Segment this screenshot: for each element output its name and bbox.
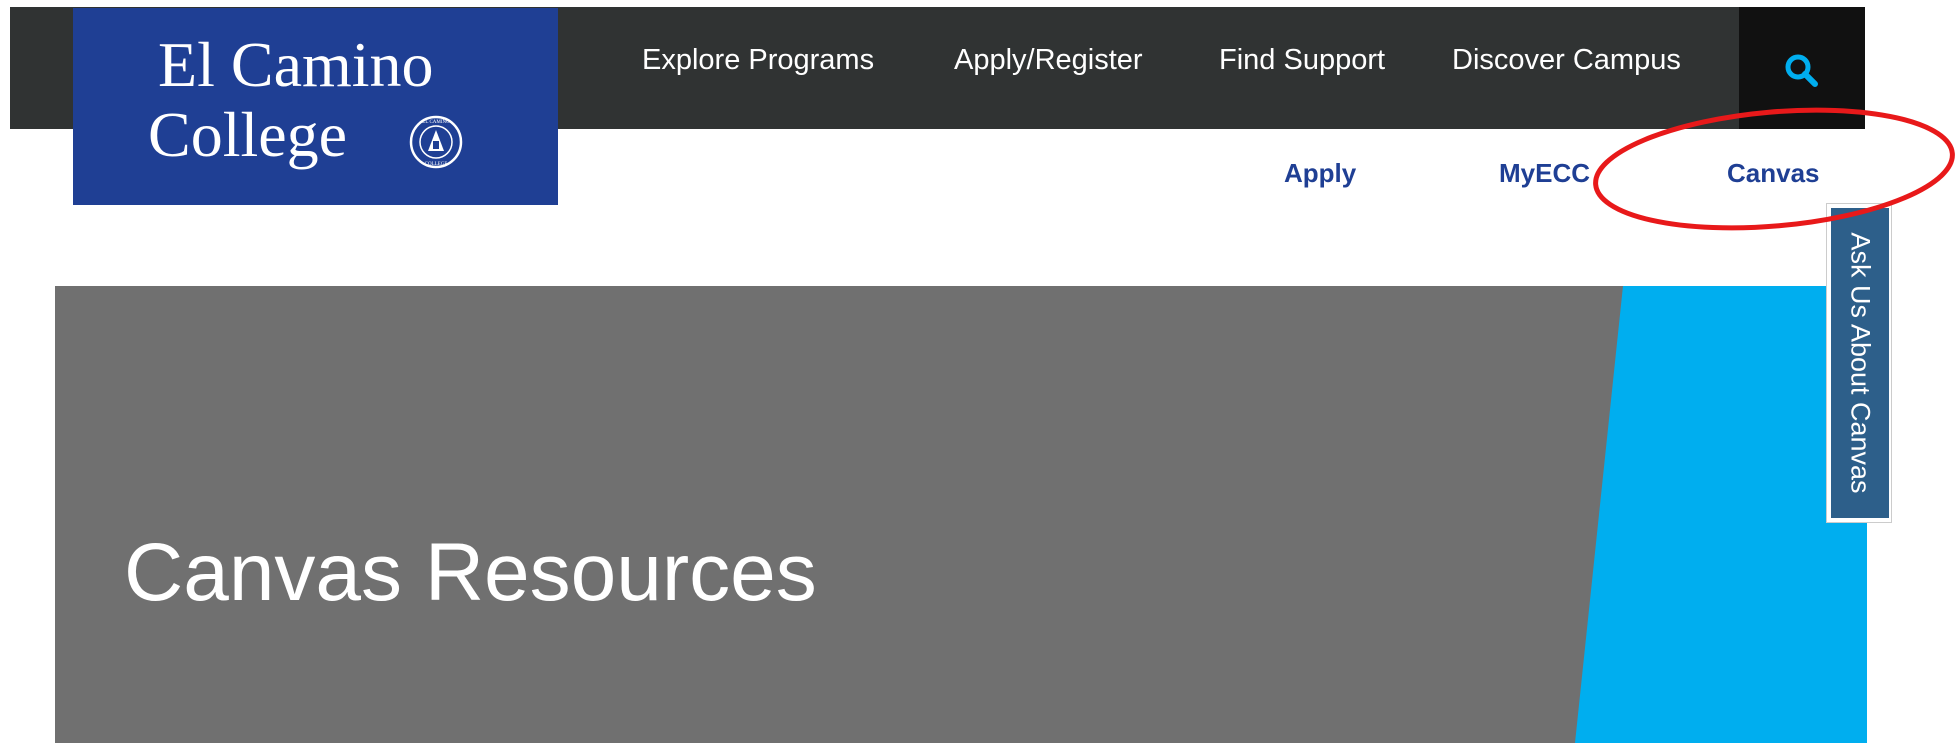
ask-us-tab[interactable]: Ask Us About Canvas (1826, 203, 1892, 523)
ask-us-label: Ask Us About Canvas (1845, 232, 1876, 494)
logo-line-2: College (148, 99, 348, 170)
nav-explore-programs[interactable]: Explore Programs (642, 40, 874, 80)
seal-text-top: EL CAMINO (422, 120, 450, 125)
link-canvas[interactable]: Canvas (1727, 158, 1820, 189)
nav-apply-register[interactable]: Apply/Register (954, 40, 1143, 80)
hero-accent-shape (1575, 286, 1867, 743)
nav-discover-campus[interactable]: Discover Campus (1452, 40, 1681, 80)
college-logo[interactable]: El Camino College EL CAMINO COLLEGE (73, 8, 558, 205)
link-apply[interactable]: Apply (1284, 158, 1356, 189)
hero-banner: Canvas Resources (55, 286, 1867, 743)
nav-find-support[interactable]: Find Support (1219, 40, 1385, 80)
page-title: Canvas Resources (124, 527, 817, 618)
search-button[interactable] (1739, 7, 1865, 129)
logo-line-1: El Camino (158, 29, 434, 100)
link-myecc[interactable]: MyECC (1499, 158, 1590, 189)
college-seal-icon: EL CAMINO COLLEGE (409, 115, 463, 169)
ask-us-tab-body: Ask Us About Canvas (1831, 208, 1889, 518)
search-icon (1785, 54, 1818, 87)
seal-text-bottom: COLLEGE (425, 162, 448, 167)
